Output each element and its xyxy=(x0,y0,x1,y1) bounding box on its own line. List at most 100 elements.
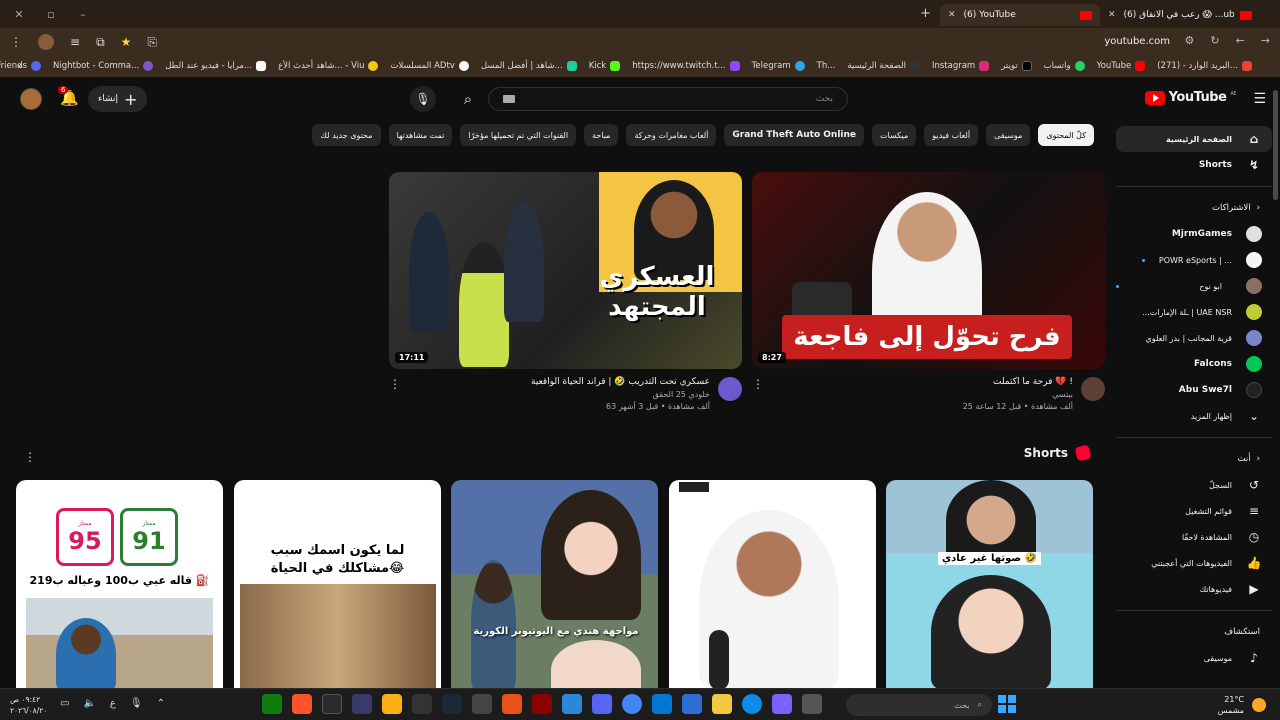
task-view-icon[interactable] xyxy=(802,694,822,714)
create-button[interactable]: إنشاء + xyxy=(88,86,148,112)
sidebar-item-shorts[interactable]: Shorts ↯ xyxy=(1116,152,1272,178)
sidebar-item-liked[interactable]: الفيديوهات التي أعجبتني 👍 xyxy=(1116,550,1272,576)
bookmark-item[interactable]: https://www.twitch.t... xyxy=(626,61,745,71)
chip-mixes[interactable]: ميكسات xyxy=(872,124,917,146)
short-card[interactable]: صوتها غير عادي 🤣 xyxy=(886,480,1093,690)
app-icon[interactable] xyxy=(502,694,522,714)
bookmark-item[interactable]: Th... xyxy=(811,61,842,71)
epic-games-icon[interactable] xyxy=(322,694,342,714)
volume-icon[interactable]: 🔈 xyxy=(83,698,95,709)
short-card[interactable]: ممتاز 95 ممتاز 91 قاله عبي ب100 وعباله ب… xyxy=(16,480,223,690)
reload-icon[interactable]: ↻ xyxy=(1210,34,1219,47)
chip-new-to-you[interactable]: محتوى جديد لك xyxy=(312,124,381,146)
app-icon[interactable] xyxy=(532,694,552,714)
sidebar-item-watch-later[interactable]: المشاهدة لاحقًا ◷ xyxy=(1116,524,1272,550)
extensions-icon[interactable]: ⧉ xyxy=(96,35,105,50)
tab-youtube[interactable]: ✕ (6) YouTube xyxy=(940,4,1100,26)
mic-tray-icon[interactable]: 🎙 xyxy=(130,698,143,709)
bookmark-item[interactable]: البريد الوارد - (271)... xyxy=(1151,61,1258,71)
show-more-button[interactable]: إظهار المزيد ⌄ xyxy=(1116,403,1272,429)
minimize-window-icon[interactable]: – xyxy=(76,8,90,21)
url-text[interactable]: youtube.com xyxy=(1104,36,1170,47)
video-card[interactable]: العسكري المجتهد 17:11 عسكري تحت التدريب … xyxy=(389,172,742,411)
bookmark-item[interactable]: Discord | Friends xyxy=(0,61,47,71)
bookmark-item[interactable]: Nightbot - Comma... xyxy=(47,61,159,71)
bookmark-item[interactable]: Instagram xyxy=(926,61,995,71)
account-avatar[interactable] xyxy=(20,88,42,110)
maximize-window-icon[interactable]: ▫ xyxy=(44,8,58,21)
close-tab-icon[interactable]: ✕ xyxy=(948,10,956,20)
file-explorer-icon[interactable] xyxy=(712,694,732,714)
chevron-up-icon[interactable]: ⌃ xyxy=(157,698,165,709)
sidebar-item-your-videos[interactable]: فيديوهاتك ▶ xyxy=(1116,576,1272,602)
close-tab-icon[interactable]: ✕ xyxy=(1108,10,1116,20)
chip-video-games[interactable]: ألعاب فيديو xyxy=(924,124,979,146)
sidebar-channel[interactable]: POWR eSports | ... xyxy=(1116,247,1272,273)
chip-gta-online[interactable]: Grand Theft Auto Online xyxy=(724,124,865,146)
channel-avatar[interactable] xyxy=(718,377,742,401)
channel-name[interactable]: خلودي 25 الحقق xyxy=(407,390,710,399)
sidebar-item-music[interactable]: موسيقى ♪ xyxy=(1116,645,1272,671)
profile-avatar[interactable] xyxy=(38,34,54,50)
bookmark-item[interactable]: تويتر xyxy=(995,61,1037,71)
subscriptions-header[interactable]: الاشتراكات › xyxy=(1116,195,1272,221)
keyboard-icon[interactable] xyxy=(503,95,515,103)
bookmark-item[interactable]: Telegram xyxy=(746,61,811,71)
channel-name[interactable]: بيتسي xyxy=(770,390,1073,399)
app-icon[interactable] xyxy=(352,694,372,714)
sidebar-channel[interactable]: Falcons xyxy=(1116,351,1272,377)
sidebar-channel[interactable]: MjrmGames xyxy=(1116,221,1272,247)
taskbar-clock[interactable]: ٠٩:٤٢ ص ٢٠٢٦/٠٨/٢٠ xyxy=(10,694,47,716)
chip-action-adventure[interactable]: ألعاب مغامرات وحركة xyxy=(626,124,717,146)
weather-widget[interactable]: 21°C مشمس xyxy=(1218,694,1244,716)
voice-search-button[interactable]: 🎙 xyxy=(410,86,436,112)
shorts-more-icon[interactable]: ⋮ xyxy=(24,450,36,464)
you-header[interactable]: أنت › xyxy=(1116,446,1272,472)
video-thumbnail[interactable]: فرح تحوّل إلى فاجعة 8:27 xyxy=(752,172,1105,369)
close-window-icon[interactable]: ✕ xyxy=(12,8,26,21)
sidebar-item-history[interactable]: السجلّ ↺ xyxy=(1116,472,1272,498)
xbox-icon[interactable] xyxy=(262,694,282,714)
sidebar-channel[interactable]: قرية المجانب | بدر العلوي xyxy=(1116,325,1272,351)
sidebar-channel[interactable]: ابو نوح xyxy=(1116,273,1272,299)
video-card[interactable]: فرح تحوّل إلى فاجعة 8:27 فرحة ما اكتملت … xyxy=(752,172,1105,411)
chip-all[interactable]: كلّ المحتوى xyxy=(1038,124,1094,146)
app-icon[interactable] xyxy=(472,694,492,714)
chip-recently-uploaded[interactable]: القنوات التي تم تحميلها مؤخرًا xyxy=(460,124,577,146)
short-card[interactable] xyxy=(669,480,876,690)
bookmark-item[interactable]: شاهد | أفضل المسل... xyxy=(475,61,583,71)
video-thumbnail[interactable]: العسكري المجتهد 17:11 xyxy=(389,172,742,369)
install-icon[interactable]: ⎘ xyxy=(147,35,157,50)
brave-icon[interactable] xyxy=(292,694,312,714)
sidebar-item-home[interactable]: الصفحة الرئيسية ⌂ xyxy=(1116,126,1272,152)
discord-icon[interactable] xyxy=(592,694,612,714)
short-card[interactable]: لما يكون اسمك سبب مشاكلك في الحياة😂 xyxy=(234,480,441,690)
video-title[interactable]: فرحة ما اكتملت 💔 ! xyxy=(770,377,1073,387)
search-button[interactable]: ⌕ xyxy=(450,86,486,112)
chip-allowed[interactable]: مباحة xyxy=(584,124,619,146)
sidebar-channel[interactable]: Abu Swe7l xyxy=(1116,377,1272,403)
chrome-icon[interactable] xyxy=(622,694,642,714)
new-tab-button[interactable]: + xyxy=(920,6,931,21)
more-options-icon[interactable]: ⋮ xyxy=(752,377,764,411)
menu-icon[interactable]: ⋮ xyxy=(10,35,22,49)
page-scrollbar[interactable] xyxy=(1273,90,1278,200)
taskbar-search[interactable]: بحث ⌕ xyxy=(846,694,992,716)
bookmark-item[interactable]: المسلسلات ADtv xyxy=(384,61,474,71)
start-button[interactable] xyxy=(998,695,1016,713)
back-icon[interactable]: ← xyxy=(1236,34,1245,47)
site-settings-icon[interactable]: ⚙ xyxy=(1184,34,1194,47)
hamburger-menu-icon[interactable]: ☰ xyxy=(1253,91,1266,107)
rockstar-icon[interactable] xyxy=(382,694,402,714)
steam-icon[interactable] xyxy=(442,694,462,714)
chip-watched[interactable]: تمت مشاهدتها xyxy=(388,124,453,146)
more-options-icon[interactable]: ⋮ xyxy=(389,377,401,411)
youtube-logo[interactable]: YouTube AE xyxy=(1144,90,1236,105)
sidebar-channel[interactable]: ...ـلة الإمارات | UAE NSR xyxy=(1116,299,1272,325)
store-icon[interactable] xyxy=(682,694,702,714)
short-card[interactable]: مواجهة هندي مع اليوتيوبر الكورية xyxy=(451,480,658,690)
bookmark-item[interactable]: Kick xyxy=(583,61,627,71)
bookmark-item[interactable]: مرايا - فيديو عند الطل... xyxy=(159,61,272,71)
bookmark-item[interactable]: شاهد أحدث الأع... - Viu xyxy=(272,61,384,71)
bookmark-star-icon[interactable]: ★ xyxy=(121,35,132,49)
